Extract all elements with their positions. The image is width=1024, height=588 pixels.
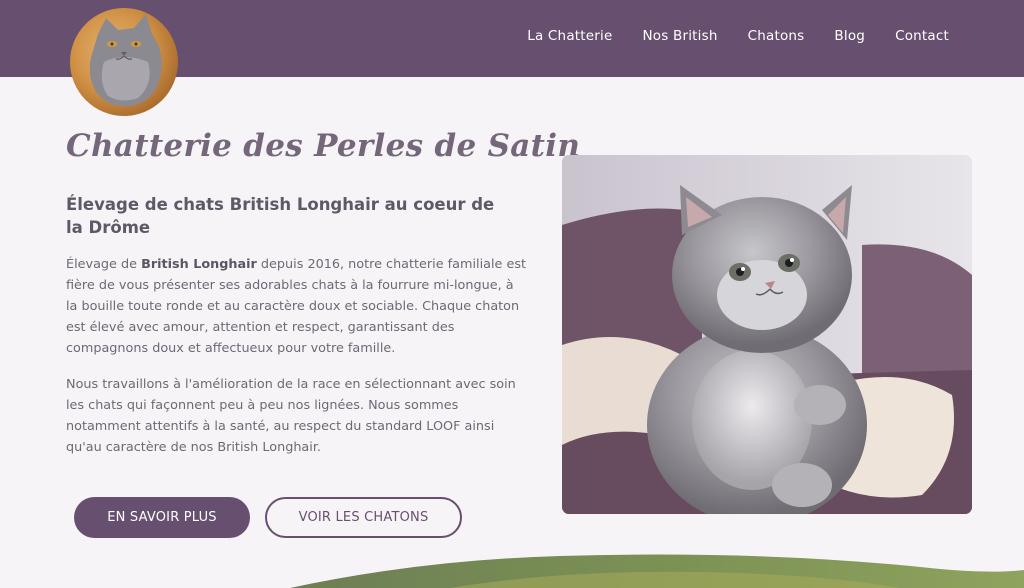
page-subtitle: Élevage de chats British Longhair au coe… — [66, 195, 495, 237]
page-title: Chatterie des Perles de Satin — [66, 128, 581, 164]
nav-item-nos-british[interactable]: Nos British — [643, 28, 718, 44]
see-kittens-button[interactable]: VOIR LES CHATONS — [265, 497, 462, 538]
intro-text-start: Élevage de — [66, 257, 142, 272]
nav-item-la-chatterie[interactable]: La Chatterie — [527, 28, 612, 44]
site-header: La Chatterie Nos British Chatons Blog Co… — [0, 0, 1024, 116]
nav-item-chatons[interactable]: Chatons — [748, 28, 805, 44]
decorative-wave — [290, 554, 1024, 588]
grey-kitten-photo — [562, 155, 972, 514]
nav-item-contact[interactable]: Contact — [895, 28, 949, 44]
main-nav: La Chatterie Nos British Chatons Blog Co… — [527, 28, 949, 44]
intro-text-bold: British Longhair — [141, 257, 257, 272]
nav-item-blog[interactable]: Blog — [834, 28, 865, 44]
selection-paragraph: Nous travaillons à l'amélioration de la … — [66, 377, 516, 455]
cat-moon-logo[interactable] — [68, 4, 184, 120]
intro-paragraph: Élevage de British Longhair depuis 2016,… — [66, 254, 528, 359]
learn-more-button[interactable]: EN SAVOIR PLUS — [74, 497, 250, 538]
